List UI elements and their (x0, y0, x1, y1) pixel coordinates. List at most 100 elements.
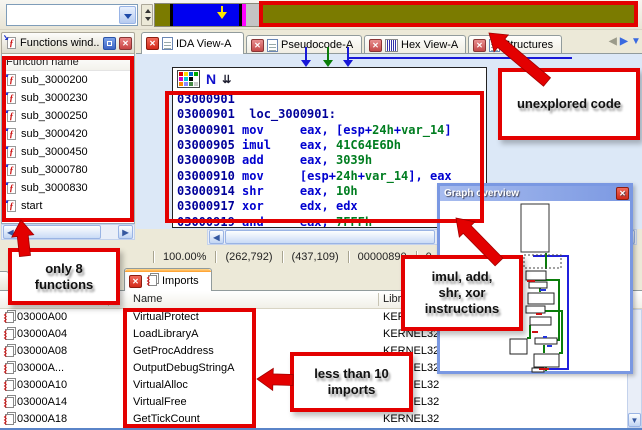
status-value: 100.00% (163, 251, 206, 263)
scroll-thumb[interactable] (225, 230, 435, 244)
current-position-marker (217, 6, 227, 20)
tab-scroll-right-button[interactable]: ▶ (620, 36, 628, 47)
navband-resize-button[interactable] (141, 4, 153, 26)
functions-hscrollbar[interactable]: ◀ ▶ (1, 224, 135, 240)
close-icon[interactable]: ✕ (369, 39, 382, 52)
node-collapse-icon[interactable]: ⇊ (222, 73, 231, 86)
disassembly-listing[interactable]: 0300090103000901 loc_3000901:03000901 mo… (177, 92, 452, 228)
functions-window-titlebar[interactable]: ƒ↘ Functions wind... ✕ (1, 32, 135, 54)
search-combobox[interactable] (6, 4, 138, 26)
status-value: (437,109) (292, 251, 339, 263)
import-icon (2, 327, 16, 344)
close-icon[interactable]: ✕ (473, 39, 486, 52)
import-name: OutputDebugStringA (133, 362, 235, 374)
disasm-line: 03000901 (177, 92, 452, 107)
functions-column-header[interactable]: Function name (2, 54, 134, 71)
close-icon[interactable]: ✕ (146, 37, 159, 50)
import-address: 03000A10 (17, 379, 67, 391)
graph-overview-titlebar[interactable]: Graph overview ✕ (440, 186, 630, 201)
close-icon[interactable]: ✕ (616, 187, 629, 200)
combo-dropdown-button[interactable] (119, 6, 136, 24)
function-icon: ƒ↘ (4, 109, 17, 123)
tab-ida-view-a[interactable]: ✕ IDA View-A (141, 32, 244, 54)
tab-hex-view-a[interactable]: ✕ Hex View-A (364, 35, 466, 54)
edge-arrow-icon (323, 60, 333, 67)
function-list-item[interactable]: ƒ↘ sub_3000450 (2, 143, 134, 161)
scroll-left-button[interactable]: ◀ (209, 230, 224, 244)
import-name: VirtualAlloc (133, 379, 188, 391)
function-list-item[interactable]: ƒ↘start (2, 197, 134, 215)
disasm-line: 03000910 mov [esp+24h+var_14], eax (177, 169, 452, 184)
disasm-line: 03000905 imul eax, 41C64E6Dh (177, 138, 452, 153)
scroll-left-button[interactable]: ◀ (3, 225, 18, 239)
status-separator (282, 251, 283, 263)
function-name: sub_3000420 (21, 128, 88, 140)
function-icon: ƒ↘ (4, 163, 17, 177)
edge-arrow-icon (301, 60, 311, 67)
function-list-item[interactable]: ƒ↘sub_3000830 (2, 179, 134, 197)
graph-edge (327, 47, 329, 60)
function-name: sub_3000450 (21, 146, 88, 158)
graph-edge (305, 47, 307, 60)
import-address: 03000A04 (17, 328, 67, 340)
annotation-only-8-functions: only 8functions (8, 248, 120, 305)
import-name: VirtualProtect (133, 311, 199, 323)
hex-icon (385, 39, 398, 52)
function-name: sub_3000780 (21, 164, 88, 176)
function-list-item[interactable]: ƒ↘sub_3000200 (2, 71, 134, 89)
import-address: 03000A18 (17, 413, 67, 425)
graph-edge (347, 47, 349, 60)
annotation-text: instructions (425, 301, 499, 317)
import-icon (2, 395, 16, 412)
import-name: VirtualFree (133, 396, 187, 408)
functions-window-title: Functions wind... (20, 37, 100, 49)
restore-button[interactable] (103, 37, 116, 50)
close-icon[interactable]: ✕ (251, 39, 264, 52)
function-icon: ƒ↘ (4, 127, 17, 141)
function-icon: ƒ↘ (4, 199, 17, 213)
close-icon[interactable]: ✕ (129, 275, 142, 288)
imports-tab-label: Imports (162, 275, 199, 287)
function-icon: ƒ↘ (4, 145, 17, 159)
navigation-band[interactable] (154, 3, 637, 27)
tab-structures[interactable]: ✕ Structures (468, 35, 562, 54)
tab-imports[interactable]: ✕ Imports (124, 268, 212, 291)
tab-label: Hex View-A (401, 39, 458, 51)
document-icon (267, 39, 278, 52)
disasm-line: 03000901 mov eax, [esp+24h+var_14] (177, 123, 452, 138)
function-icon: ƒ↘ (4, 91, 17, 105)
annotation-text: only 8 (45, 261, 83, 277)
document-icon (489, 39, 500, 52)
status-separator (215, 251, 216, 263)
graph-edge (348, 57, 572, 59)
annotation-unexplored-code: unexplored code (498, 68, 640, 140)
scroll-thumb[interactable] (19, 225, 101, 239)
column-header-name[interactable]: Name (133, 293, 162, 305)
function-list-item[interactable]: ƒ↘sub_3000230 (2, 89, 134, 107)
chevron-down-icon (124, 14, 132, 19)
close-button[interactable]: ✕ (119, 37, 132, 50)
scroll-right-button[interactable]: ▶ (118, 225, 133, 239)
tab-scroll-left-button[interactable]: ◀ (609, 36, 617, 47)
import-name: GetProcAddress (133, 345, 214, 357)
document-icon (162, 37, 173, 50)
imports-row[interactable]: 03000A18GetTickCountKERNEL32 (0, 411, 642, 428)
function-icon: ƒ↘ (4, 181, 17, 195)
tab-label: IDA View-A (176, 38, 231, 50)
disasm-line: 03000917 xor edx, edx (177, 199, 452, 214)
node-color-button[interactable] (177, 70, 200, 88)
arrow-up-icon (145, 9, 151, 13)
import-name: GetTickCount (133, 413, 200, 425)
function-list-item[interactable]: ƒ↘ sub_3000780 (2, 161, 134, 179)
disasm-line: 0300090B add eax, 3039h (177, 153, 452, 168)
scroll-down-button[interactable]: ▼ (628, 413, 641, 427)
function-list-item[interactable]: ƒ↘ sub_3000420 (2, 125, 134, 143)
tab-label: Structures (503, 39, 553, 51)
node-normal-button[interactable]: N (206, 71, 216, 87)
annotation-text: imports (328, 382, 376, 398)
tab-pseudocode-a[interactable]: ✕Pseudocode-A (246, 35, 362, 54)
function-list-item[interactable]: ƒ↘sub_3000250 (2, 107, 134, 125)
annotation-text: unexplored code (517, 96, 621, 112)
functions-list[interactable]: Function name ƒ↘sub_3000200ƒ↘sub_3000230… (1, 54, 135, 224)
tab-list-button[interactable]: ▼ (631, 36, 641, 47)
